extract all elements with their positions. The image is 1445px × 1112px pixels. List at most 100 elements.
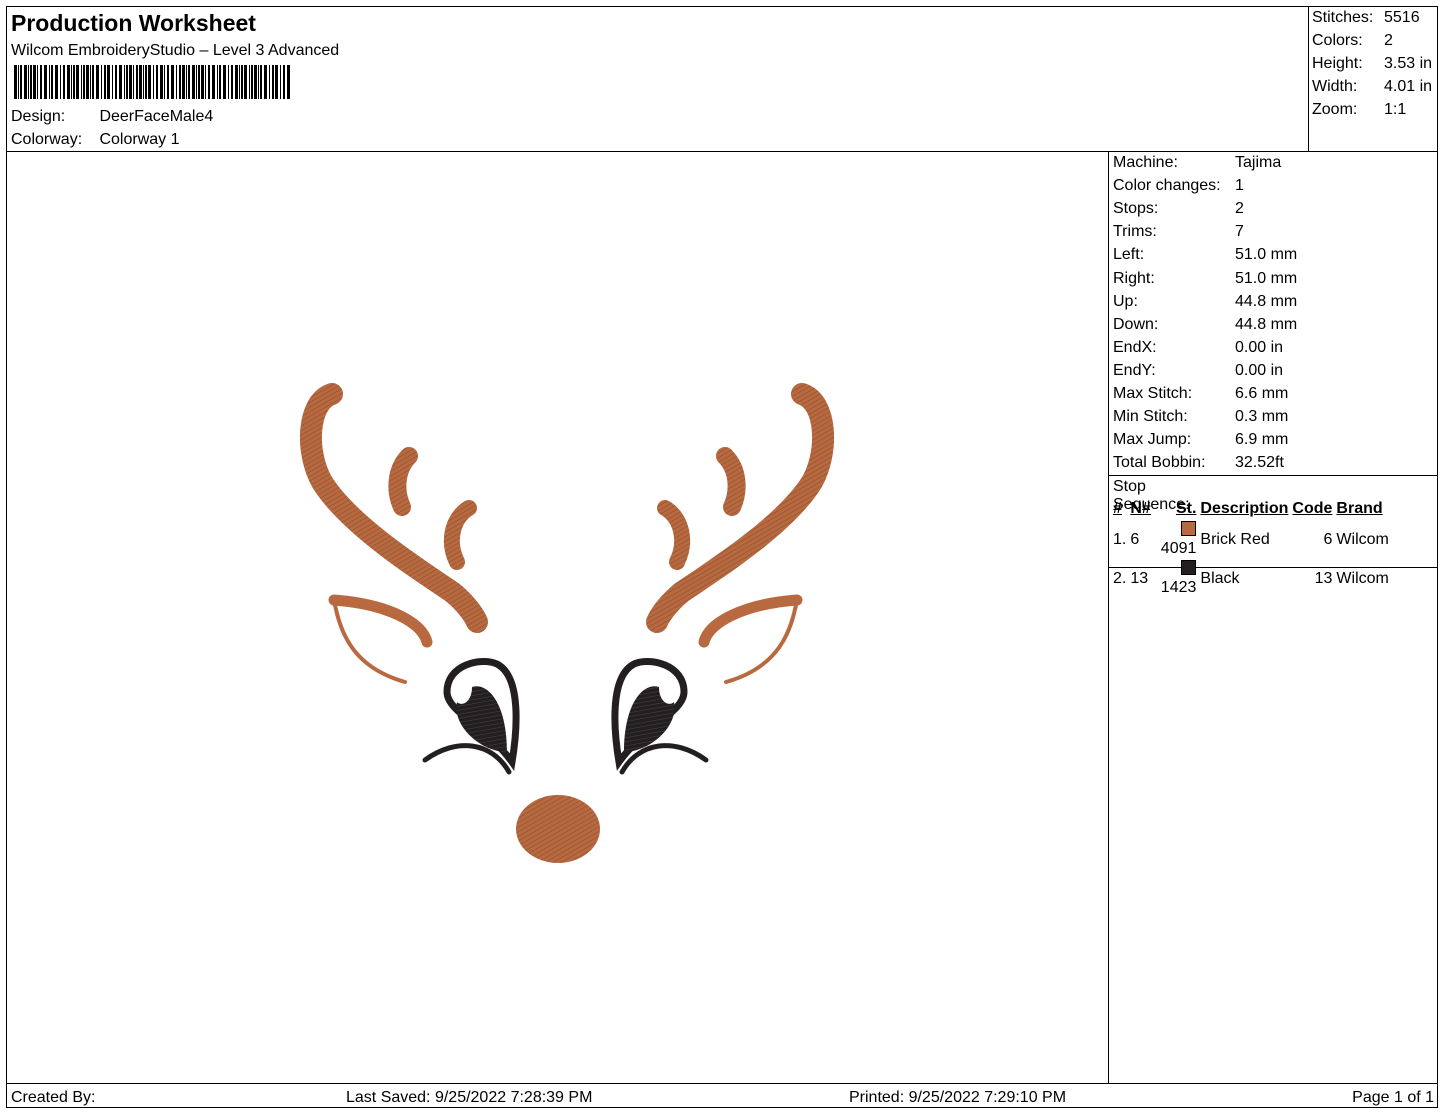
detail-row: Min Stitch: 0.3 mm [1113,408,1288,426]
detail-row: Down: 44.8 mm [1113,316,1297,334]
stop-row: 1. 6 4091 Brick Red 6 Wilcom [1113,520,1389,559]
detail-label: Trims: [1113,223,1157,241]
detail-value: 6.9 mm [1235,431,1289,449]
stop-cell-description: Black [1200,569,1240,587]
design-label: Design: [11,108,66,125]
stop-cell-brand: Wilcom [1336,569,1389,587]
detail-value: 1 [1235,177,1244,195]
detail-value: 51.0 mm [1235,246,1298,264]
width-value: 4.01 in [1384,78,1433,95]
stop-column-header: Code [1292,500,1333,517]
detail-row: EndY: 0.00 in [1113,362,1283,380]
worksheet-footer: Created By: Last Saved: 9/25/2022 7:28:3… [7,1083,1438,1109]
detail-label: Left: [1113,246,1145,264]
stitch-count: 1423 [1160,579,1197,596]
stop-column-header: Description [1200,500,1289,517]
zoom-value: 1:1 [1384,101,1407,118]
software-name: Wilcom EmbroideryStudio – Level 3 Advanc… [11,42,340,59]
stop-cell-needle: 6 [1130,530,1140,548]
detail-row: EndX: 0.00 in [1113,339,1283,357]
left-ear [328,594,433,684]
stop-cell-code: 6 [1323,530,1333,548]
detail-value: 0.3 mm [1235,408,1289,426]
right-eye [611,657,709,775]
stop-cell-brand: Wilcom [1336,530,1389,548]
height-row: Height: 3.53 in [1312,55,1436,73]
left-antler [299,383,488,633]
design-preview [7,152,1109,1083]
detail-label: EndX: [1113,338,1157,356]
colorway-row: Colorway: Colorway 1 [11,131,179,149]
detail-row: Max Stitch: 6.6 mm [1113,385,1288,403]
stop-column-header: N# [1130,500,1151,517]
detail-value: 32.52ft [1235,454,1284,472]
detail-label: Down: [1113,315,1159,333]
detail-label: Machine: [1113,154,1178,171]
stop-column-header: St. [1175,500,1197,517]
barcode-image [14,65,290,99]
right-ear [698,594,803,684]
stop-cell-needle: 13 [1130,569,1149,587]
detail-row: Machine: Tajima [1113,154,1281,172]
stop-cell-description: Brick Red [1200,530,1270,548]
printed-date: Printed: 9/25/2022 7:29:10 PM [849,1089,1067,1106]
detail-row: Right: 51.0 mm [1113,270,1297,288]
right-antler [646,383,835,633]
stop-column-header: # [1113,500,1122,517]
stitch-count: 4091 [1160,540,1197,557]
stop-stitch-cell: 4091 [1151,520,1197,559]
stop-cell-index: 1. [1113,530,1127,548]
page-title: Production Worksheet [11,10,256,36]
stitches-value: 5516 [1384,9,1420,26]
stitches-label: Stitches: [1312,9,1374,26]
left-eye [422,657,520,775]
detail-value: 6.6 mm [1235,385,1289,402]
deer-face-embroidery [299,383,835,863]
stop-row: 2. 13 1423 Black 13 Wilcom [1113,559,1389,598]
detail-value: Tajima [1235,154,1282,171]
stop-cell-index: 2. [1113,569,1127,587]
design-row: Design: DeerFaceMale4 [11,108,213,126]
zoom-label: Zoom: [1312,101,1358,118]
detail-label: Stops: [1113,200,1159,218]
detail-label: Right: [1113,269,1155,287]
colorway-value: Colorway 1 [99,131,180,148]
page-number: Page 1 of 1 [1352,1089,1434,1106]
detail-row: Up: 44.8 mm [1113,293,1297,311]
colors-row: Colors: 2 [1312,32,1436,50]
stop-cell-code: 13 [1314,569,1333,587]
stop-stitch-cell: 1423 [1151,559,1197,598]
height-label: Height: [1312,55,1363,72]
detail-label: EndY: [1113,361,1156,379]
detail-value: 0.00 in [1235,361,1284,379]
width-label: Width: [1312,78,1358,95]
detail-label: Max Jump: [1113,431,1192,449]
detail-label: Total Bobbin: [1113,454,1206,472]
detail-label: Up: [1113,292,1138,310]
design-value: DeerFaceMale4 [99,108,214,125]
detail-row: Trims: 7 [1113,223,1244,241]
summary-panel: Stitches: 5516 Colors: 2 Height: 3.53 in Wi… [1308,7,1438,152]
height-value: 3.53 in [1384,55,1433,72]
detail-label: Color changes: [1113,177,1221,195]
detail-value: 44.8 mm [1235,292,1298,310]
detail-label: Min Stitch: [1113,408,1188,426]
detail-label: Max Stitch: [1113,385,1193,402]
zoom-row: Zoom: 1:1 [1312,101,1436,119]
stitches-row: Stitches: 5516 [1312,9,1436,27]
color-swatch [1181,560,1197,575]
colors-value: 2 [1384,32,1393,49]
detail-row: Color changes: 1 [1113,177,1244,195]
detail-row: Left: 51.0 mm [1113,246,1297,264]
detail-value: 44.8 mm [1235,315,1298,333]
last-saved: Last Saved: 9/25/2022 7:28:39 PM [346,1089,593,1106]
color-swatch [1181,521,1197,536]
detail-value: 7 [1235,223,1244,241]
detail-value: 2 [1235,200,1244,218]
nose [516,795,600,863]
width-row: Width: 4.01 in [1312,78,1436,96]
worksheet-header: Production Worksheet Wilcom EmbroiderySt… [7,7,1308,152]
created-by: Created By: [11,1089,96,1106]
detail-row: Total Bobbin: 32.52ft [1113,454,1284,472]
detail-value: 0.00 in [1235,338,1284,356]
